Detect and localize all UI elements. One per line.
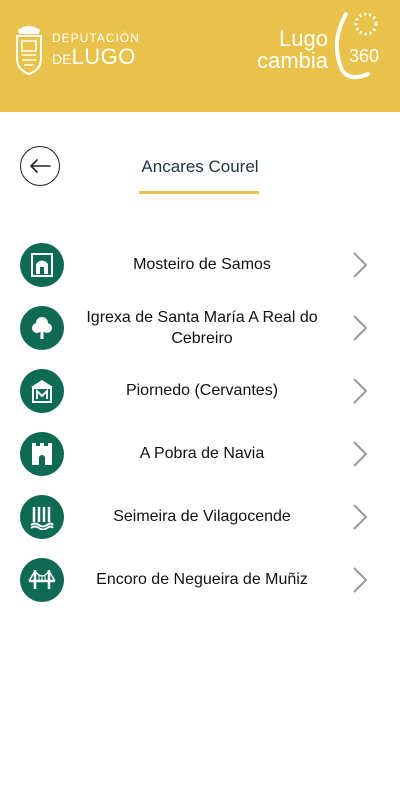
item-label: Encoro de Negueira de Muñiz xyxy=(96,571,308,588)
lugo-cambia-logo[interactable]: Lugo cambia 360 xyxy=(248,12,388,82)
list-item[interactable]: Encoro de Negueira de Muñiz xyxy=(0,548,400,611)
list-item[interactable]: A Pobra de Navia xyxy=(0,422,400,485)
tree-icon xyxy=(20,306,64,350)
chevron-right-icon xyxy=(353,567,368,593)
lugo-word: Lugo xyxy=(279,26,328,51)
waterfall-icon xyxy=(20,495,64,539)
list-item[interactable]: Igrexa de Santa María A Real do Cebreiro xyxy=(0,296,400,359)
cambia-word: cambia xyxy=(257,48,328,73)
list-item[interactable]: Piornedo (Cervantes) xyxy=(0,359,400,422)
chevron-right-icon xyxy=(353,378,368,404)
crest-icon xyxy=(16,26,42,76)
places-list: Mosteiro de Samos Igrexa de Santa María … xyxy=(0,233,400,611)
castle-icon xyxy=(20,432,64,476)
chevron-right-icon xyxy=(353,252,368,278)
list-item[interactable]: Mosteiro de Samos xyxy=(0,233,400,296)
deputacion-logo[interactable]: DEPUTACIÓN DELUGO xyxy=(12,24,140,76)
page-title: Ancares Courel xyxy=(141,157,259,176)
item-label: Igrexa de Santa María A Real do Cebreiro xyxy=(86,308,318,347)
lugo-text: LUGO xyxy=(71,44,136,69)
museum-icon xyxy=(20,369,64,413)
chevron-right-icon xyxy=(353,504,368,530)
list-item[interactable]: Seimeira de Vilagocende xyxy=(0,485,400,548)
badge-360: 360 xyxy=(349,46,380,66)
item-label: A Pobra de Navia xyxy=(139,445,265,462)
item-label: Piornedo (Cervantes) xyxy=(125,382,279,399)
chevron-right-icon xyxy=(353,441,368,467)
chevron-right-icon xyxy=(353,315,368,341)
church-icon xyxy=(20,243,64,287)
bridge-icon xyxy=(20,558,64,602)
title-underline xyxy=(139,191,259,194)
deputacion-text: DEPUTACIÓN xyxy=(52,31,140,45)
de-text: DE xyxy=(52,51,72,67)
item-label: Seimeira de Vilagocende xyxy=(113,508,291,525)
item-label: Mosteiro de Samos xyxy=(133,256,271,273)
app-header: DEPUTACIÓN DELUGO Lugo cambia 360 xyxy=(0,0,400,112)
